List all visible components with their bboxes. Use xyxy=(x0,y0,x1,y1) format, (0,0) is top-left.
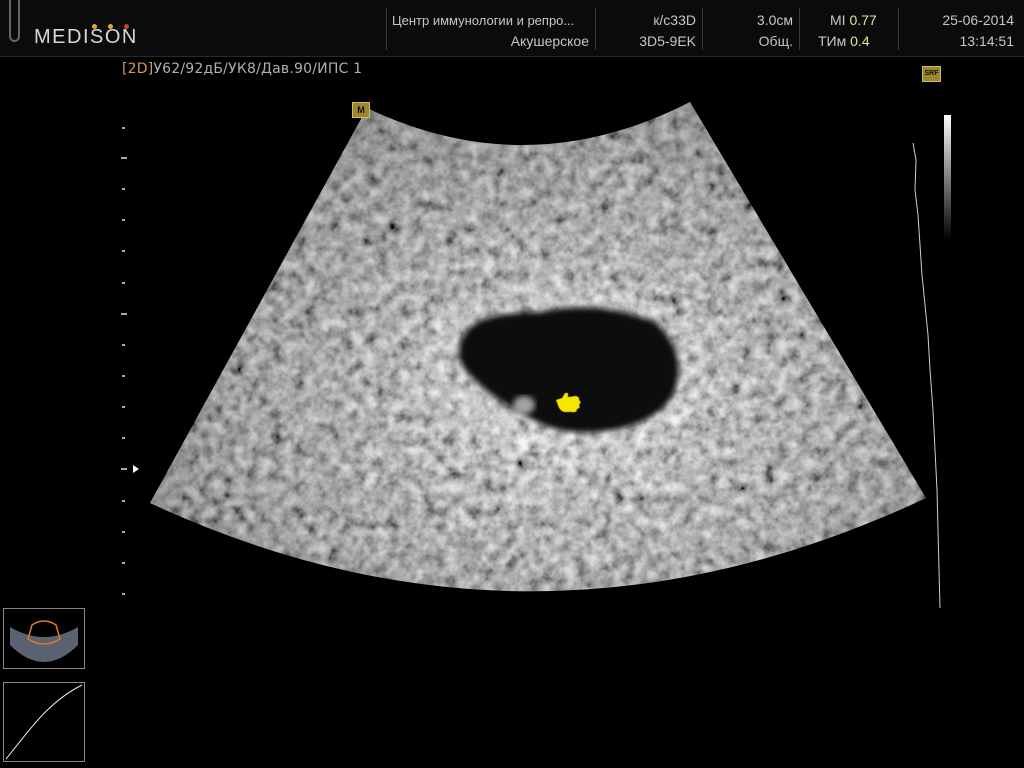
yolk-sac xyxy=(513,396,535,414)
harmonic-badge: M xyxy=(352,102,370,118)
grayscale-bar xyxy=(944,115,951,240)
focus-marker-icon[interactable] xyxy=(133,465,139,473)
gain-curve-icon[interactable] xyxy=(3,682,85,762)
sector-image xyxy=(150,102,926,592)
tgc-curve[interactable] xyxy=(912,142,941,609)
srf-badge: SRF xyxy=(922,66,941,82)
ultrasound-image[interactable] xyxy=(0,0,1024,768)
probe-orientation-icon[interactable] xyxy=(3,608,85,669)
depth-scale xyxy=(121,127,127,595)
